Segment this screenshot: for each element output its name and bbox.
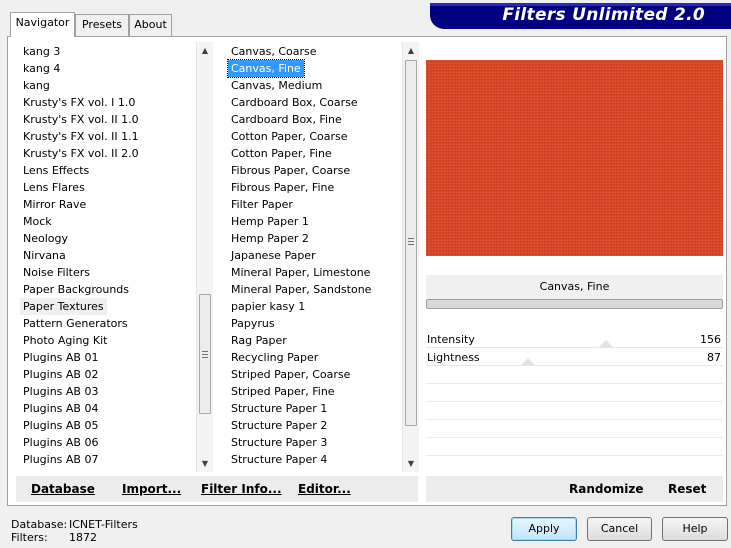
category-list-item[interactable]: Krusty's FX vol. II 1.1 — [20, 128, 142, 145]
filter-list-item[interactable]: Recycling Paper — [228, 349, 321, 366]
filter-list-item[interactable]: Cardboard Box, Fine — [228, 111, 345, 128]
category-list-item[interactable]: Plugins AB 01 — [20, 349, 101, 366]
category-scroll-thumb[interactable] — [199, 294, 211, 414]
filter-list-item[interactable]: Filter Paper — [228, 196, 296, 213]
category-list-item[interactable]: Plugins AB 05 — [20, 417, 101, 434]
filter-list-item[interactable]: Mineral Paper, Sandstone — [228, 281, 374, 298]
category-list-item[interactable]: Plugins AB 03 — [20, 383, 101, 400]
category-list-item[interactable]: Lens Effects — [20, 162, 92, 179]
category-list-item[interactable]: Plugins AB 04 — [20, 400, 101, 417]
category-list-item[interactable]: Plugins AB 02 — [20, 366, 101, 383]
app-title: Filters Unlimited 2.0 — [502, 5, 705, 25]
slider-pointer-icon[interactable] — [520, 358, 536, 366]
scroll-up-arrow-icon[interactable]: ▲ — [197, 42, 213, 59]
category-list-item[interactable]: Paper Backgrounds — [20, 281, 132, 298]
filter-list-item[interactable]: Hemp Paper 1 — [228, 213, 312, 230]
filter-list-item[interactable]: Fibrous Paper, Fine — [228, 179, 337, 196]
command-bar-right: Randomize Reset — [426, 476, 723, 502]
category-list-item[interactable]: Photo Aging Kit — [20, 332, 110, 349]
category-list-item[interactable]: Mock — [20, 213, 55, 230]
param-value: 156 — [700, 333, 721, 346]
param-row-empty — [426, 421, 723, 438]
filter-list-item[interactable]: Mineral Paper, Limestone — [228, 264, 373, 281]
tab-navigator[interactable]: Navigator — [10, 12, 75, 37]
filter-list-item[interactable]: Cotton Paper, Fine — [228, 145, 335, 162]
category-list-item[interactable]: Noise Filters — [20, 264, 93, 281]
param-label: Intensity — [427, 333, 475, 346]
cancel-button[interactable]: Cancel — [587, 517, 652, 541]
param-label: Lightness — [427, 351, 480, 364]
filter-list-item[interactable]: Cotton Paper, Coarse — [228, 128, 351, 145]
param-row-empty — [426, 439, 723, 456]
category-list-item[interactable]: Krusty's FX vol. II 1.0 — [20, 111, 142, 128]
category-list-item[interactable]: Nirvana — [20, 247, 69, 264]
filter-list-item[interactable]: papier kasy 1 — [228, 298, 308, 315]
randomize-button[interactable]: Randomize — [569, 482, 643, 496]
database-label: Database: — [11, 518, 68, 531]
category-list-item[interactable]: Krusty's FX vol. I 1.0 — [20, 94, 138, 111]
filter-list-item[interactable]: Japanese Paper — [228, 247, 319, 264]
filter-list-item[interactable]: Hemp Paper 2 — [228, 230, 312, 247]
category-list-item[interactable]: Neology — [20, 230, 71, 247]
reset-button[interactable]: Reset — [668, 482, 706, 496]
category-list-item[interactable]: Krusty's FX vol. II 2.0 — [20, 145, 142, 162]
filter-list-item[interactable]: Structure Paper 1 — [228, 400, 330, 417]
preview-filter-name: Canvas, Fine — [426, 275, 723, 299]
preview-zoom-slider[interactable] — [426, 299, 723, 309]
filter-list-item[interactable]: Structure Paper 4 — [228, 451, 330, 468]
filter-scrollbar[interactable]: ▲ ▼ — [402, 42, 419, 472]
slider-pointer-icon[interactable] — [598, 340, 614, 348]
filter-preview — [426, 60, 723, 256]
editor-button[interactable]: Editor... — [298, 482, 351, 496]
filter-list-item[interactable]: Structure Paper 2 — [228, 417, 330, 434]
apply-button[interactable]: Apply — [511, 517, 577, 541]
filter-list-item[interactable]: Structure Paper 3 — [228, 434, 330, 451]
category-list-item[interactable]: kang 3 — [20, 43, 63, 60]
filter-list[interactable]: Canvas, Coarse Canvas, Fine Canvas, Medium… — [224, 42, 402, 472]
filter-list-item[interactable]: Striped Paper, Coarse — [228, 366, 353, 383]
category-list-item[interactable]: kang 4 — [20, 60, 63, 77]
filter-list-item[interactable]: Cardboard Box, Coarse — [228, 94, 361, 111]
category-list-item[interactable]: Plugins AB 07 — [20, 451, 101, 468]
app-banner: Filters Unlimited 2.0 — [430, 3, 731, 29]
filter-info-button[interactable]: Filter Info... — [201, 482, 282, 496]
param-row-empty — [426, 403, 723, 420]
filters-count-label: Filters: — [11, 531, 48, 544]
filter-list-item[interactable]: Rag Paper — [228, 332, 290, 349]
import-button[interactable]: Import... — [122, 482, 181, 496]
category-list-item[interactable]: Plugins AB 06 — [20, 434, 101, 451]
category-list-item[interactable]: kang — [20, 77, 53, 94]
param-row-intensity[interactable]: Intensity 156 — [426, 331, 723, 348]
tab-presets[interactable]: Presets — [75, 14, 129, 36]
param-row-empty — [426, 367, 723, 384]
scroll-down-arrow-icon[interactable]: ▼ — [403, 455, 419, 472]
filters-count-value: 1872 — [69, 531, 97, 544]
filter-list-item[interactable]: Fibrous Paper, Coarse — [228, 162, 353, 179]
category-list-item[interactable]: Mirror Rave — [20, 196, 89, 213]
category-scrollbar[interactable]: ▲ ▼ — [196, 42, 213, 472]
param-row-empty — [426, 385, 723, 402]
tab-about[interactable]: About — [129, 14, 172, 36]
command-bar-left: Database Import... Filter Info... Editor… — [16, 476, 418, 502]
filter-list-item[interactable]: Canvas, Fine — [227, 59, 305, 78]
help-button[interactable]: Help — [662, 517, 728, 541]
param-value: 87 — [707, 351, 721, 364]
filter-scroll-thumb[interactable] — [405, 60, 417, 426]
database-value: ICNET-Filters — [69, 518, 138, 531]
category-list[interactable]: kang 3 kang 4 kang Krusty's FX vol. I 1.0 Kr… — [16, 42, 196, 472]
filter-list-item[interactable]: Striped Paper, Fine — [228, 383, 338, 400]
filter-list-item[interactable]: Canvas, Medium — [228, 77, 325, 94]
database-button[interactable]: Database — [31, 482, 95, 496]
filter-list-item[interactable]: Papyrus — [228, 315, 278, 332]
scroll-up-arrow-icon[interactable]: ▲ — [403, 42, 419, 59]
category-list-item[interactable]: Pattern Generators — [20, 315, 131, 332]
category-list-item[interactable]: Lens Flares — [20, 179, 88, 196]
filter-list-item[interactable]: Canvas, Coarse — [228, 43, 320, 60]
scroll-down-arrow-icon[interactable]: ▼ — [197, 455, 213, 472]
param-row-lightness[interactable]: Lightness 87 — [426, 349, 723, 366]
category-list-item[interactable]: Paper Textures — [20, 298, 107, 315]
